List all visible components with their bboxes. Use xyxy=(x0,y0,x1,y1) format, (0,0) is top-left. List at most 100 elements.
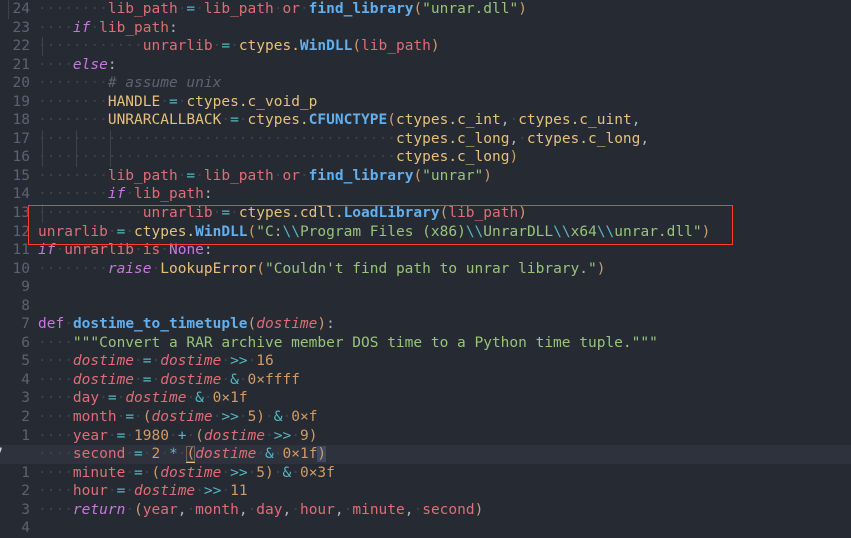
code-line[interactable]: 24 ···· ····lib_path·=·lib_path·or·find_l… xyxy=(0,0,851,19)
line-content[interactable]: ····month·=·(dostime·>>·5)·&·0×f xyxy=(30,408,851,427)
token-identifier: lib_path xyxy=(107,1,178,17)
code-line[interactable]: 1 ····minute·=·(dostime·>>·5)·&·0×3f xyxy=(0,464,851,483)
code-line[interactable]: 19 ········HANDLE·=·ctypes.c_void_p xyxy=(0,93,851,112)
token-identifier: lib_path xyxy=(448,205,519,222)
code-line[interactable]: 6 ····"""Convert a RAR archive member DO… xyxy=(0,334,851,353)
token-identifier: lib_path xyxy=(203,167,274,184)
token-attribute: ctypes. xyxy=(247,112,309,129)
code-line[interactable]: 13 ···· ········unrarlib·=·ctypes.cdll.Lo… xyxy=(0,204,851,223)
line-content[interactable]: unrarlib·=·ctypes.WinDLL("C:\\Program Fi… xyxy=(30,223,851,242)
whitespace-dots: ···· xyxy=(72,1,108,17)
code-lines-container[interactable]: 2 4 ···· ····lib_path·=·lib_path·or·find_l… xyxy=(0,0,851,538)
line-content[interactable]: ········raise·LookupError("Couldn't find… xyxy=(30,260,851,279)
line-content[interactable]: ···· ····································… xyxy=(30,129,851,149)
token-number: 5 xyxy=(247,409,257,426)
indent-guide xyxy=(8,0,9,19)
code-line[interactable]: 8 xyxy=(0,297,851,316)
code-editor[interactable]: 2 4 ···· ····lib_path·=·lib_path·or·find_l… xyxy=(0,0,851,536)
token-function: LoadLibrary xyxy=(343,205,440,222)
line-content[interactable]: ········lib_path·=·lib_path·or·find_libr… xyxy=(8,0,851,19)
indent-guide xyxy=(42,129,43,149)
line-content[interactable]: ········if·lib_path: xyxy=(30,185,851,204)
line-content[interactable]: ····dostime·=·dostime·&·0×ffff xyxy=(30,371,851,390)
line-content[interactable]: ········HANDLE·=·ctypes.c_void_p xyxy=(30,93,851,112)
line-content[interactable]: ····if·lib_path: xyxy=(30,19,851,38)
code-line[interactable]: 21 ····else: xyxy=(0,56,851,75)
token-attribute: ctypes.c_uint xyxy=(518,112,632,129)
code-line[interactable]: 5 ····dostime·=·dostime·>>·16 xyxy=(0,352,851,371)
code-line[interactable]: 18 ········UNRARCALLBACK·=·ctypes.CFUNCT… xyxy=(0,111,851,130)
code-line[interactable]: 2 ····hour·=·dostime·>>·11 xyxy=(0,482,851,501)
code-line[interactable]: 23 ····if·lib_path: xyxy=(0,19,851,38)
token-identifier: dostime xyxy=(195,446,257,463)
token-identifier: UNRARCALLBACK xyxy=(107,112,222,129)
line-number: 9 xyxy=(21,279,30,296)
code-line[interactable]: 9 xyxy=(0,278,851,297)
token-string: "unrar.dll" xyxy=(422,1,519,17)
token-identifier: minute xyxy=(352,501,405,518)
line-content[interactable]: ········# assume unix xyxy=(30,74,851,93)
token-keyword-else: else xyxy=(72,56,108,73)
code-line[interactable]: 7 def·dostime_to_timetuple(dostime): xyxy=(0,315,851,334)
token-number: 11 xyxy=(230,483,248,500)
line-content[interactable]: ···· ········unrarlib·=·ctypes.cdll.LoadL… xyxy=(30,204,851,223)
line-content[interactable]: if·unrarlib·is·None: xyxy=(30,241,851,260)
line-content[interactable]: def·dostime_to_timetuple(dostime): xyxy=(30,315,851,334)
code-line[interactable]: 1 ····year·=·1980·+·(dostime·>>·9) xyxy=(0,427,851,446)
token-attribute: ctypes.c_long xyxy=(526,130,641,147)
token-keyword-or: or xyxy=(282,167,300,184)
token-identifier: unrarlib xyxy=(142,205,213,222)
token-escape: \\ xyxy=(553,223,571,240)
token-number: 2 xyxy=(151,446,161,463)
line-content[interactable]: ····else: xyxy=(30,56,851,75)
line-content[interactable]: ····minute·=·(dostime·>>·5)·&·0×3f xyxy=(30,464,851,483)
code-line[interactable]: 17 ···· ·································… xyxy=(0,129,851,149)
line-content[interactable]: ····hour·=·dostime·>>·11 xyxy=(30,482,851,501)
line-content[interactable]: ···· ········unrarlib·=·ctypes.WinDLL(lib… xyxy=(30,37,851,56)
token-identifier: month xyxy=(195,501,239,518)
token-identifier: unrarlib xyxy=(38,223,108,240)
indent-guide xyxy=(110,129,111,149)
token-identifier: dostime xyxy=(203,427,266,444)
line-number: 3 xyxy=(21,390,30,407)
line-number: 15 xyxy=(12,167,30,184)
code-line[interactable]: 12 unrarlib·=·ctypes.WinDLL("C:\\Program… xyxy=(0,223,851,242)
line-number: 19 xyxy=(12,93,30,110)
token-escape: \\ xyxy=(465,223,484,240)
code-line[interactable]: 15 ········lib_path·=·lib_path·or·find_l… xyxy=(0,167,851,186)
code-line[interactable]: 10 ········raise·LookupError("Couldn't f… xyxy=(0,260,851,279)
token-identifier: dostime xyxy=(160,353,222,370)
token-identifier: dostime xyxy=(134,483,196,500)
token-identifier: unrarlib xyxy=(142,38,213,55)
code-line[interactable]: 11 if·unrarlib·is·None: xyxy=(0,241,851,260)
line-content[interactable]: ····year·=·1980·+·(dostime·>>·9) xyxy=(30,427,851,446)
line-content[interactable]: ····second·=·2·*·(dostime·&·0×1f) xyxy=(30,445,851,464)
code-line[interactable]: 20 ········# assume unix xyxy=(0,74,851,93)
code-line[interactable]: 2 ····month·=·(dostime·>>·5)·&·0×f xyxy=(0,408,851,427)
line-content[interactable]: ········lib_path·=·lib_path·or·find_libr… xyxy=(30,167,851,186)
line-content[interactable]: ····return·(year,·month,·day,·hour,·minu… xyxy=(30,501,851,520)
line-number: 7 xyxy=(21,316,30,333)
current-code-line[interactable]: 7 ····second·=·2·*·(dostime·&·0×1f) xyxy=(0,445,851,464)
code-line[interactable]: 3 ····day·=·dostime·&·0×1f xyxy=(0,389,851,408)
line-number: 16 xyxy=(12,149,30,166)
token-comment: # assume unix xyxy=(107,75,222,92)
token-operator: = xyxy=(186,1,196,17)
token-attribute: ctypes. xyxy=(238,38,300,55)
code-line[interactable]: 3 ····return·(year,·month,·day,·hour,·mi… xyxy=(0,501,851,520)
line-content[interactable]: ········UNRARCALLBACK·=·ctypes.CFUNCTYPE… xyxy=(30,111,851,130)
token-identifier: lib_path xyxy=(361,38,431,55)
indent-guide xyxy=(42,148,43,167)
line-content[interactable]: ····"""Convert a RAR archive member DOS … xyxy=(30,334,851,353)
code-line[interactable]: 16 ···· ·································… xyxy=(0,148,851,167)
code-line[interactable]: 22 ···· ········unrarlib·=·ctypes.WinDLL(… xyxy=(0,37,851,56)
line-content[interactable]: ···· ····································… xyxy=(30,148,851,167)
code-line[interactable]: 4 xyxy=(0,519,851,538)
whitespace-dots: ···· xyxy=(38,1,73,17)
token-escape: \\ xyxy=(596,223,615,240)
token-number: 0×1f xyxy=(282,446,318,463)
line-content[interactable]: ····dostime·=·dostime·>>·16 xyxy=(30,352,851,371)
code-line[interactable]: 14 ········if·lib_path: xyxy=(0,185,851,204)
line-content[interactable]: ····day·=·dostime·&·0×1f xyxy=(30,389,851,408)
code-line[interactable]: 4 ····dostime·=·dostime·&·0×ffff xyxy=(0,371,851,390)
